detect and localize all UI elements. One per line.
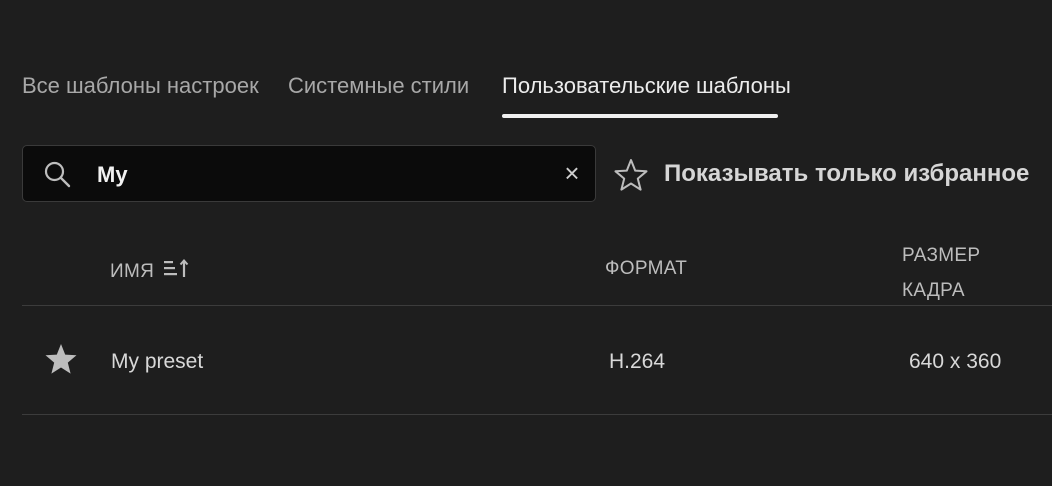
show-favorites-only-label: Показывать только избранное — [664, 160, 1030, 187]
preset-frame-size: 640 x 360 — [909, 350, 1002, 373]
column-header-frame-size[interactable]: РАЗМЕР КАДРА — [902, 238, 980, 308]
preset-name: My preset — [111, 350, 204, 373]
column-header-name[interactable]: ИМЯ — [110, 258, 192, 283]
tab-system-styles[interactable]: Системные стили — [288, 70, 469, 110]
presets-panel: Все шаблоны настроек Системные стили Пол… — [0, 0, 1052, 486]
star-filled-icon[interactable] — [44, 342, 78, 376]
table-row[interactable]: My preset H.264 640 x 360 — [22, 306, 1052, 414]
search-input[interactable] — [95, 154, 539, 196]
tab-user-presets[interactable]: Пользовательские шаблоны — [502, 70, 791, 110]
column-header-frame-size-line1: РАЗМЕР — [902, 245, 981, 266]
column-header-name-label: ИМЯ — [110, 261, 155, 282]
search-icon — [44, 161, 71, 188]
tab-all-presets[interactable]: Все шаблоны настроек — [22, 70, 259, 110]
column-header-format[interactable]: ФОРМАТ — [605, 258, 687, 280]
star-outline-icon — [614, 159, 648, 191]
close-icon[interactable]: × — [560, 160, 584, 186]
row-divider — [22, 414, 1052, 415]
sort-ascending-icon — [163, 258, 188, 277]
active-tab-indicator — [502, 114, 778, 118]
column-header-frame-size-line2: КАДРА — [902, 280, 965, 301]
preset-format: H.264 — [609, 350, 666, 373]
search-box: × — [22, 145, 596, 202]
